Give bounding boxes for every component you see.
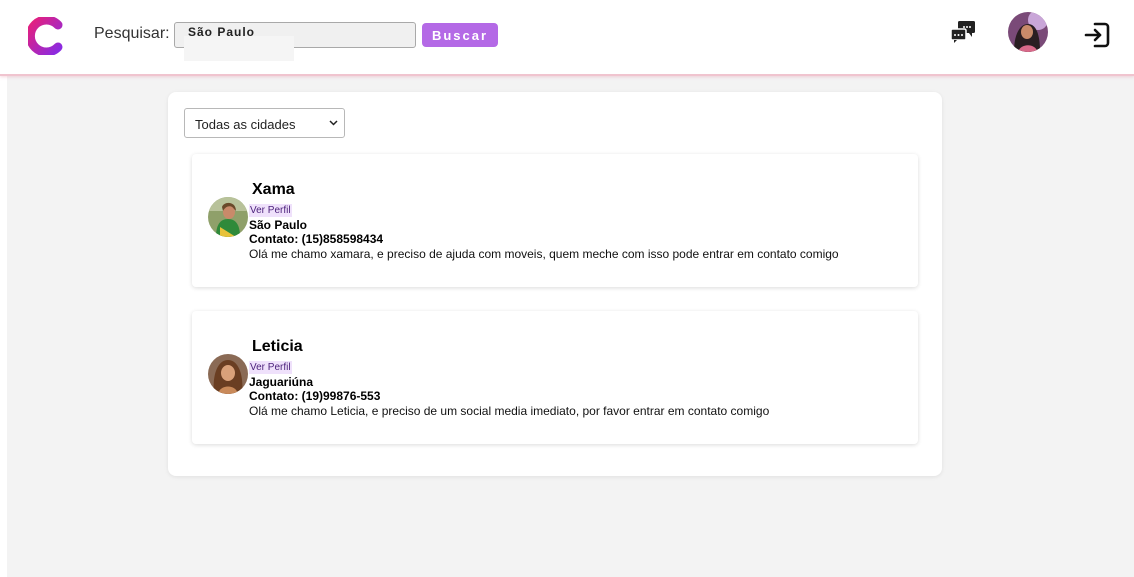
post-contact: Contato: (15)858598434 (249, 232, 384, 246)
post-author-name: Xama (252, 181, 295, 198)
view-profile-link[interactable]: Ver Perfil (249, 361, 292, 374)
post-city: São Paulo (249, 218, 308, 232)
logo-c-icon[interactable] (28, 17, 64, 55)
search-button[interactable]: Buscar (422, 23, 498, 47)
view-profile-link[interactable]: Ver Perfil (249, 204, 292, 217)
autocomplete-dropdown (184, 36, 294, 61)
post-message: Olá me chamo Leticia, e preciso de um so… (249, 404, 770, 418)
chat-bubbles-icon[interactable] (950, 20, 976, 44)
post-card: Leticia Ver Perfil Jaguariúna Contato: (… (192, 311, 918, 444)
post-message: Olá me chamo xamara, e preciso de ajuda … (249, 247, 839, 261)
search-label: Pesquisar: (94, 25, 170, 42)
feed-panel: Todas as cidades Xama Ver Perfil São Pau… (168, 92, 942, 476)
page-left-strip (0, 76, 7, 577)
post-city: Jaguariúna (249, 375, 314, 389)
top-navbar: Pesquisar: Buscar (0, 0, 1134, 76)
post-author-avatar[interactable] (208, 197, 248, 237)
user-avatar[interactable] (1008, 12, 1048, 52)
city-filter-value: Todas as cidades (195, 117, 296, 132)
logout-icon[interactable] (1083, 21, 1111, 49)
city-filter-select[interactable]: Todas as cidades (184, 108, 345, 138)
post-author-avatar[interactable] (208, 354, 248, 394)
post-contact: Contato: (19)99876-553 (249, 389, 381, 403)
post-author-name: Leticia (252, 338, 303, 355)
chevron-down-icon (329, 120, 338, 126)
post-card: Xama Ver Perfil São Paulo Contato: (15)8… (192, 154, 918, 287)
